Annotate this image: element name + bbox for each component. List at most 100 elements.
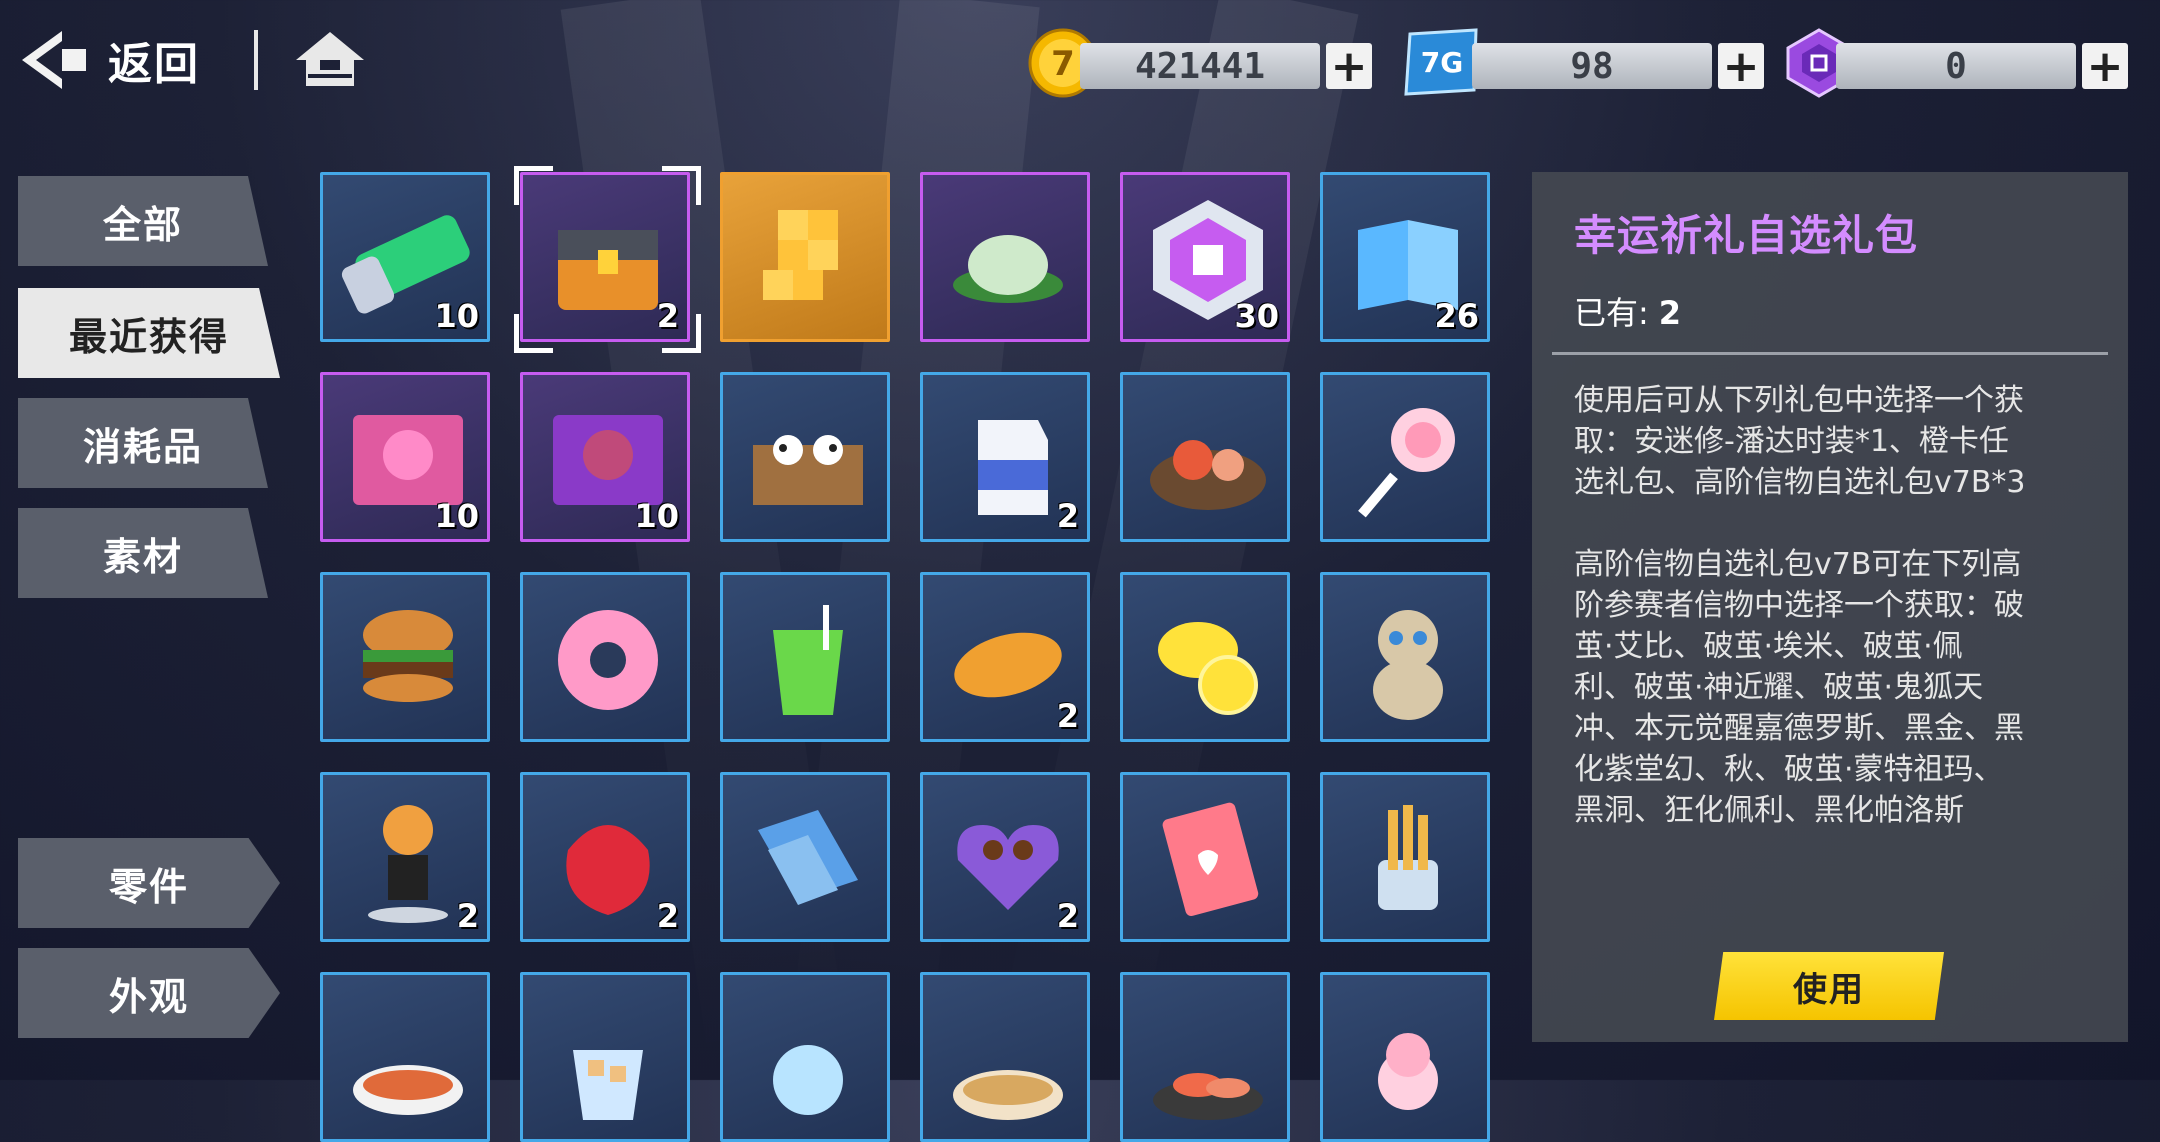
cotton-candy-icon [773,1045,843,1115]
svg-text:7G: 7G [1421,46,1463,79]
inventory-item[interactable] [920,972,1090,1142]
divider-line [1552,352,2108,355]
inventory-item[interactable] [520,972,690,1142]
use-button[interactable]: 使用 [1714,952,1944,1020]
inventory-item[interactable] [1320,372,1490,542]
item-description: 使用后可从下列礼包中选择一个获 取：安迷修-潘达时装*1、橙卡任 选礼包、高阶信物自… [1574,380,2094,831]
inventory-item[interactable] [920,172,1090,342]
gold-cubes-icon [763,210,838,300]
inventory-item[interactable] [1320,972,1490,1142]
inventory-item[interactable]: 10 [520,372,690,542]
selection-corner [662,314,701,353]
home-button[interactable] [294,30,366,92]
inventory-item[interactable] [1120,372,1290,542]
item-count: 2 [456,897,479,935]
inventory-item[interactable] [720,172,890,342]
item-count: 30 [1234,297,1279,335]
inventory-item[interactable]: 2 [320,772,490,942]
item-count: 10 [634,497,679,535]
7g-card-icon: 7G [1404,28,1478,96]
description-line: 茧·艾比、破茧·埃米、破茧·佩 [1574,629,1963,664]
owned-count: 已有: 2 [1574,288,1681,334]
item-count: 10 [434,497,479,535]
description-line: 黑洞、狂化佩利、黑化帕洛斯 [1574,793,1964,828]
description-line: 利、破茧·神近耀、破茧·鬼狐天 [1574,670,1984,705]
coin-add-button[interactable]: + [1326,41,1372,92]
description-line: 使用后可从下列礼包中选择一个获 [1574,383,2024,418]
lollipop-icon [1358,408,1455,518]
panda-bento-icon [753,435,863,505]
ice-cream-icon [1378,1033,1438,1110]
sashimi-icon [1153,1073,1263,1120]
gem-add-button[interactable]: + [2082,41,2128,92]
inventory-item[interactable]: 2 [920,372,1090,542]
fries-icon [1378,805,1438,910]
gem-currency: 0 + [1784,28,2128,98]
cat-figure-icon [1373,610,1443,720]
tab-parts[interactable]: 零件 [18,838,280,928]
inventory-item[interactable] [320,972,490,1142]
item-detail-panel: 幸运祈礼自选礼包 已有: 2 使用后可从下列礼包中选择一个获 取：安迷修-潘达时装*… [1532,172,2128,1042]
ice-drink-icon [573,1050,643,1120]
card-currency: 7G 98 + [1402,28,1764,96]
inventory-item[interactable]: 2 [920,572,1090,742]
inventory-item[interactable] [1120,772,1290,942]
description-line: 高阶信物自选礼包v7B可在下列高 [1574,547,2022,582]
rice-cake-icon [953,235,1063,303]
item-count: 2 [1056,697,1079,735]
inventory-item[interactable] [720,772,890,942]
owned-value: 2 [1658,294,1682,332]
card-add-button[interactable]: + [1718,41,1764,92]
item-title: 幸运祈礼自选礼包 [1574,211,1919,260]
lemon-icon [1158,622,1258,715]
back-button[interactable]: 返回 [22,28,200,92]
green-juice-icon [773,605,843,715]
description-line: 取：安迷修-潘达时装*1、橙卡任 [1574,424,2009,459]
inventory-item[interactable]: 2 [520,772,690,942]
selection-corner [514,166,553,205]
inventory-item[interactable]: 10 [320,372,490,542]
selection-corner [662,166,701,205]
item-count: 10 [434,297,479,335]
home-icon [296,32,364,86]
header-divider [254,30,258,90]
inventory-item[interactable] [1120,572,1290,742]
inventory-item[interactable]: 10 [320,172,490,342]
item-count: 2 [1056,897,1079,935]
item-count: 2 [656,897,679,935]
card-amount: 98 [1472,43,1712,89]
red-envelope-icon [1162,802,1259,917]
inventory-item[interactable]: 26 [1320,172,1490,342]
tab-consumables[interactable]: 消耗品 [18,398,268,488]
description-line: 冲、本元觉醒嘉德罗斯、黑金、黑 [1574,711,2024,746]
description-line: 选礼包、高阶信物自选礼包v7B*3 [1574,465,2026,500]
inventory-item[interactable] [720,972,890,1142]
inventory-item[interactable] [320,572,490,742]
selection-corner [514,314,553,353]
inventory-item[interactable] [520,572,690,742]
inventory-item[interactable] [720,372,890,542]
seafood-platter-icon [1150,440,1266,510]
coin-currency: 7 421441 + [1028,28,1372,98]
coin-amount: 421441 [1080,43,1320,89]
inventory-item[interactable]: 30 [1120,172,1290,342]
gem-amount: 0 [1836,43,2076,89]
inventory-item[interactable] [720,572,890,742]
description-line: 化紫堂幻、秋、破茧·蒙特祖玛、 [1574,752,2004,787]
item-count: 2 [1056,497,1079,535]
description-line: 阶参赛者信物中选择一个获取：破 [1574,588,2024,623]
burger-icon [363,610,453,702]
ticket-icon [758,810,858,905]
back-arrow-icon [22,31,86,89]
inventory-item[interactable] [1320,772,1490,942]
tab-materials[interactable]: 素材 [18,508,268,598]
donut-icon [558,610,658,710]
description-line [1574,503,2094,544]
tab-appearance[interactable]: 外观 [18,948,280,1038]
inventory-item[interactable] [1320,572,1490,742]
inventory-item[interactable] [1120,972,1290,1142]
soup-icon [353,1065,463,1115]
tab-all[interactable]: 全部 [18,176,268,266]
tab-recent[interactable]: 最近获得 [18,288,280,378]
inventory-item[interactable]: 2 [920,772,1090,942]
